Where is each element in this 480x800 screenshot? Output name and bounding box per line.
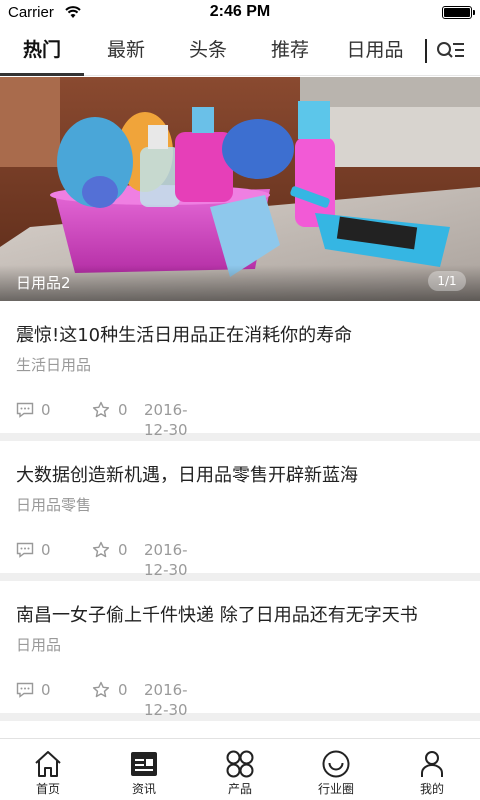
comment-icon[interactable]	[16, 542, 34, 558]
article-list: 震惊!这10种生活日用品正在消耗你的寿命 生活日用品 0 0 2016-12-3…	[0, 301, 480, 721]
bottom-tab-bar: 首页 资讯 产品 行业圈 我的	[0, 738, 480, 800]
nav-profile[interactable]: 我的	[384, 739, 480, 800]
nav-profile-label: 我的	[419, 782, 444, 796]
star-icon[interactable]	[92, 541, 110, 559]
active-tab-underline	[0, 73, 84, 76]
smile-circle-icon	[322, 750, 350, 778]
comment-icon[interactable]	[16, 402, 34, 418]
tab-latest[interactable]: 最新	[84, 26, 168, 76]
article-date: 2016-12-30	[144, 681, 188, 719]
tab-daily-goods[interactable]: 日用品	[332, 26, 418, 76]
article-title: 大数据创造新机遇，日用品零售开辟新蓝海	[16, 465, 358, 486]
comment-icon[interactable]	[16, 682, 34, 698]
comment-count: 0	[41, 541, 51, 559]
battery-icon	[442, 6, 475, 19]
list-item[interactable]: 南昌一女子偷上千件快递 除了日用品还有无字天书 日用品 0 0 2016-12-…	[0, 581, 480, 721]
article-category: 生活日用品	[16, 356, 92, 374]
banner-carousel[interactable]: 日用品2 1/1	[0, 77, 480, 301]
nav-products-label: 产品	[227, 782, 252, 796]
nav-products[interactable]: 产品	[192, 739, 288, 800]
favorite-count: 0	[118, 541, 128, 559]
comment-count: 0	[41, 401, 51, 419]
banner-caption-bar: 日用品2 1/1	[0, 265, 480, 301]
clock: 2:46 PM	[209, 3, 271, 20]
status-bar: Carrier 2:46 PM	[0, 0, 480, 26]
nav-home-label: 首页	[35, 782, 60, 796]
user-icon	[421, 751, 443, 777]
tab-recommended[interactable]: 推荐	[248, 26, 332, 76]
favorite-count: 0	[118, 401, 128, 419]
favorite-count: 0	[118, 681, 128, 699]
article-category: 日用品	[16, 636, 62, 654]
grid-icon	[226, 750, 254, 778]
comment-count: 0	[41, 681, 51, 699]
article-date: 2016-12-30	[144, 401, 188, 439]
banner-caption: 日用品2	[16, 274, 71, 292]
list-item[interactable]: 大数据创造新机遇，日用品零售开辟新蓝海 日用品零售 0 0 2016-12-30	[0, 441, 480, 581]
nav-home[interactable]: 首页	[0, 739, 96, 800]
article-date: 2016-12-30	[144, 541, 188, 579]
article-title: 震惊!这10种生活日用品正在消耗你的寿命	[16, 325, 353, 346]
tab-divider	[425, 39, 427, 63]
nav-news-label: 资讯	[131, 782, 156, 796]
news-icon	[131, 752, 157, 776]
tab-hot[interactable]: 热门	[0, 26, 84, 76]
article-category: 日用品零售	[16, 496, 92, 514]
nav-industry[interactable]: 行业圈	[288, 739, 384, 800]
star-icon[interactable]	[92, 401, 110, 419]
banner-pager: 1/1	[428, 271, 466, 291]
article-title: 南昌一女子偷上千件快递 除了日用品还有无字天书	[16, 605, 418, 626]
list-item[interactable]: 震惊!这10种生活日用品正在消耗你的寿命 生活日用品 0 0 2016-12-3…	[0, 301, 480, 441]
search-list-icon[interactable]	[436, 39, 466, 63]
nav-industry-label: 行业圈	[317, 782, 354, 796]
category-tab-bar: 热门 最新 头条 推荐 日用品	[0, 26, 480, 76]
home-icon	[35, 751, 61, 777]
star-icon[interactable]	[92, 681, 110, 699]
tab-headlines[interactable]: 头条	[168, 26, 248, 76]
nav-news[interactable]: 资讯	[96, 739, 192, 800]
